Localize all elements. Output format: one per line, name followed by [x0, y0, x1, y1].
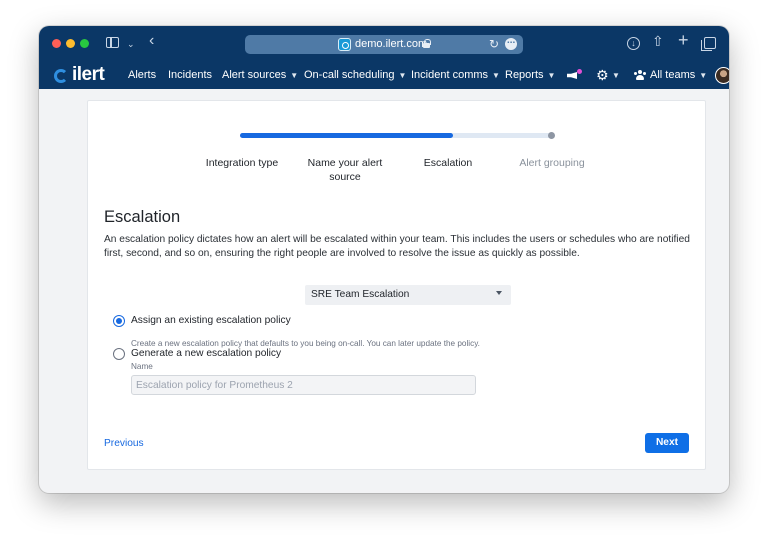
back-arrow-icon[interactable]: ‹ — [149, 33, 154, 49]
radio-new-policy-label[interactable]: Generate a new escalation policy — [131, 348, 281, 359]
announcements-icon[interactable] — [567, 69, 582, 81]
browser-window: ⌄ ‹ demo.ilert.com ↻ ⋯ ↓ ⇧ + ilert Alert… — [39, 26, 729, 493]
radio-new-policy[interactable] — [113, 348, 125, 360]
gear-icon[interactable]: ⚙ — [596, 67, 609, 84]
team-icon — [634, 70, 646, 80]
nav-incident-comms-label: Incident comms — [411, 69, 489, 81]
reload-icon[interactable]: ↻ — [489, 37, 499, 51]
sidebar-toggle-icon[interactable] — [106, 37, 119, 48]
progress-end-dot — [548, 132, 555, 139]
selected-policy: SRE Team Escalation — [311, 289, 410, 300]
nav-incidents-label: Incidents — [168, 69, 213, 81]
ilert-logo-icon — [54, 69, 68, 83]
team-selector-label: All teams — [650, 69, 696, 81]
step-escalation: Escalation — [423, 157, 473, 169]
team-selector[interactable]: All teams ▼ — [650, 69, 707, 82]
chevron-down-icon: ▼ — [398, 71, 407, 80]
tab-overview-icon[interactable] — [701, 37, 716, 51]
maximize-window-icon[interactable] — [80, 39, 89, 48]
chevron-down-icon: ▼ — [290, 71, 299, 80]
chevron-down-icon: ▼ — [492, 71, 500, 80]
wizard-progress-bar — [240, 132, 555, 139]
new-policy-helper: Create a new escalation policy that defa… — [131, 339, 480, 348]
next-button[interactable]: Next — [645, 433, 689, 453]
policy-name-input[interactable] — [131, 375, 476, 395]
lock-icon — [423, 39, 431, 48]
nav-incident-comms[interactable]: Incident comms ▼ — [411, 69, 500, 82]
step-integration-type: Integration type — [205, 157, 279, 169]
new-tab-icon[interactable]: + — [678, 31, 689, 49]
chevron-down-icon[interactable]: ⌄ — [127, 38, 135, 50]
chevron-down-icon[interactable]: ▼ — [612, 71, 620, 80]
minimize-window-icon[interactable] — [66, 39, 75, 48]
logo-text: ilert — [72, 64, 105, 85]
nav-reports[interactable]: Reports ▼ — [505, 69, 555, 82]
nav-alerts-label: Alerts — [128, 69, 157, 81]
close-window-icon[interactable] — [52, 39, 61, 48]
name-field-label: Name — [131, 362, 153, 371]
avatar[interactable] — [715, 67, 729, 84]
chevron-down-icon — [496, 291, 502, 295]
nav-on-call-scheduling-label: On-call scheduling — [304, 69, 395, 81]
site-favicon-icon — [338, 38, 351, 51]
radio-existing-policy-label[interactable]: Assign an existing escalation policy — [131, 315, 291, 326]
nav-alert-sources-label: Alert sources — [222, 69, 287, 81]
escalation-policy-select[interactable]: SRE Team Escalation — [305, 285, 511, 305]
chevron-down-icon: ▼ — [547, 71, 556, 80]
section-title: Escalation — [104, 208, 181, 226]
nav-reports-label: Reports — [505, 69, 544, 81]
nav-on-call-scheduling[interactable]: On-call scheduling ▼ — [304, 69, 406, 82]
browser-titlebar: ⌄ ‹ demo.ilert.com ↻ ⋯ ↓ ⇧ + — [39, 26, 729, 62]
step-alert-grouping: Alert grouping — [519, 157, 585, 169]
download-icon[interactable]: ↓ — [627, 37, 640, 50]
radio-existing-policy[interactable] — [113, 315, 125, 327]
nav-alert-sources[interactable]: Alert sources ▼ — [222, 69, 298, 82]
wizard-progress-fill — [240, 133, 453, 138]
previous-button[interactable]: Previous — [104, 438, 144, 449]
section-description: An escalation policy dictates how an ale… — [104, 234, 690, 259]
chevron-down-icon: ▼ — [699, 71, 708, 80]
nav-alerts[interactable]: Alerts — [128, 69, 156, 82]
step-name-alert-source: Name your alert source — [307, 157, 383, 183]
app-navbar: ilert Alerts Incidents Alert sources ▼ On… — [39, 62, 729, 89]
nav-incidents[interactable]: Incidents — [168, 69, 212, 82]
more-options-icon[interactable]: ⋯ — [505, 38, 517, 50]
address-bar[interactable]: demo.ilert.com ↻ ⋯ — [245, 35, 523, 54]
share-icon[interactable]: ⇧ — [652, 34, 664, 48]
wizard-card: Integration type Name your alert source … — [87, 100, 706, 470]
url-text: demo.ilert.com — [355, 38, 428, 50]
